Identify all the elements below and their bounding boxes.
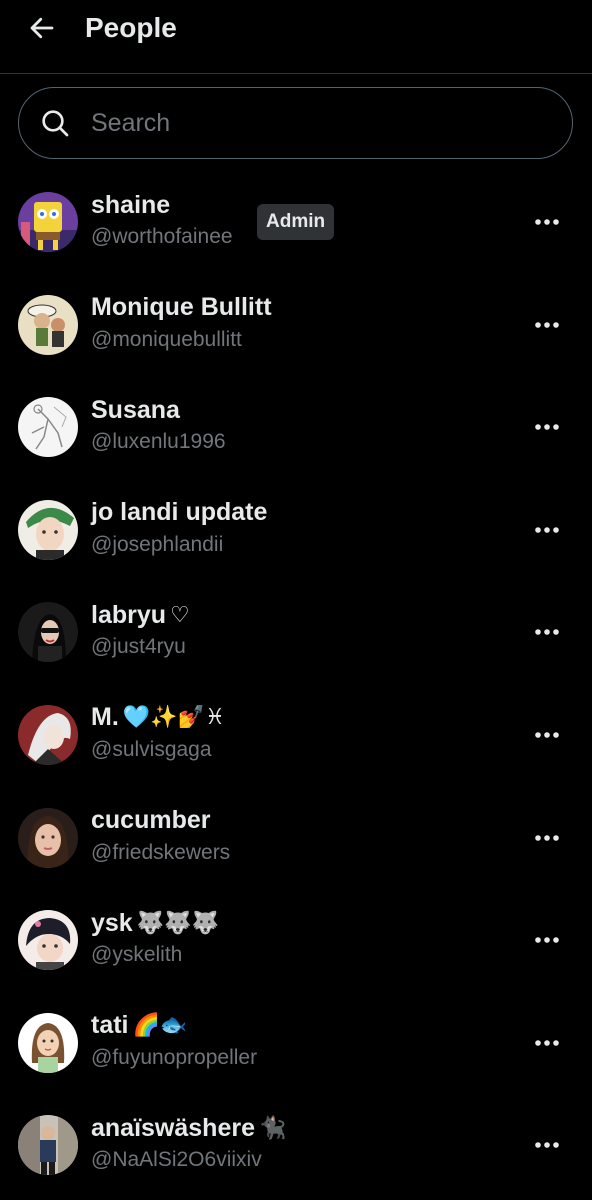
more-options-button[interactable] xyxy=(527,614,567,650)
more-horizontal-icon xyxy=(535,526,559,533)
display-name-emoji: 🐈‍⬛ xyxy=(259,1115,287,1141)
more-options-button[interactable] xyxy=(527,409,567,445)
person-row[interactable]: Monique Bullitt @moniquebullitt xyxy=(0,273,592,376)
more-horizontal-icon xyxy=(535,1142,559,1149)
person-row[interactable]: M. 🩵✨💅♓ @sulvisgaga xyxy=(0,683,592,786)
more-horizontal-icon xyxy=(535,424,559,430)
user-handle: @fuyunopropeller xyxy=(91,1045,258,1069)
arrow-left-icon xyxy=(30,17,54,39)
user-handle: @worthofainee xyxy=(91,225,233,248)
display-name: Susana xyxy=(91,395,180,424)
more-horizontal-icon xyxy=(535,1039,559,1046)
display-name-emoji: 🌈🐟 xyxy=(132,1013,188,1039)
more-horizontal-icon xyxy=(535,732,559,738)
avatar xyxy=(18,294,78,355)
display-name: ysk xyxy=(91,908,133,937)
display-name-emoji: 🩵✨💅♓ xyxy=(122,705,225,731)
user-handle: @luxenlu1996 xyxy=(91,430,226,454)
display-name-emoji: 🐺🐺🐺 xyxy=(136,910,219,936)
avatar xyxy=(18,397,78,458)
user-handle: @just4ryu xyxy=(91,635,186,659)
avatar xyxy=(18,1012,78,1073)
avatar xyxy=(18,1115,78,1176)
more-options-button[interactable] xyxy=(527,307,567,343)
person-row[interactable]: cucumber @friedskewers xyxy=(0,786,592,889)
more-horizontal-icon xyxy=(535,629,559,636)
avatar xyxy=(18,910,78,971)
display-name: shaine xyxy=(91,190,171,219)
person-row[interactable]: jo landi update @josephlandii xyxy=(0,478,592,581)
display-name: anaïswäshere xyxy=(91,1113,255,1142)
more-options-button[interactable] xyxy=(527,820,567,856)
avatar xyxy=(18,602,78,663)
more-options-button[interactable] xyxy=(527,512,567,548)
person-row[interactable]: ysk 🐺🐺🐺 @yskelith xyxy=(0,888,592,991)
display-name: cucumber xyxy=(91,806,211,835)
more-horizontal-icon xyxy=(535,937,559,943)
user-handle: @yskelith xyxy=(91,943,183,967)
more-options-button[interactable] xyxy=(527,204,567,240)
search-input[interactable] xyxy=(89,107,533,139)
display-name: labryu xyxy=(91,600,167,629)
display-name: M. xyxy=(91,703,119,732)
user-handle: @josephlandii xyxy=(91,532,224,556)
person-row[interactable]: shaine @worthofainee Admin xyxy=(0,170,592,273)
user-handle: @friedskewers xyxy=(91,840,231,864)
avatar xyxy=(18,192,78,252)
avatar xyxy=(18,807,78,868)
person-row[interactable]: tati 🌈🐟 @fuyunopropeller xyxy=(0,991,592,1094)
header-bar: People xyxy=(0,0,592,74)
more-horizontal-icon xyxy=(535,834,559,841)
person-row[interactable]: anaïswäshere 🐈‍⬛ @NaAlSi2O6viixiv xyxy=(0,1093,592,1196)
back-button[interactable] xyxy=(22,8,62,48)
people-list: shaine @worthofainee Admin Monique Bulli… xyxy=(0,170,592,1196)
display-name: Monique Bullitt xyxy=(91,293,272,322)
more-options-button[interactable] xyxy=(527,922,567,958)
display-name-emoji: ♡ xyxy=(170,602,190,628)
user-handle: @NaAlSi2O6viixiv xyxy=(91,1148,262,1172)
user-handle: @sulvisgaga xyxy=(91,737,212,761)
display-name: jo landi update xyxy=(91,498,268,527)
person-row[interactable]: labryu ♡ @just4ryu xyxy=(0,580,592,683)
more-horizontal-icon xyxy=(535,321,559,328)
more-options-button[interactable] xyxy=(527,1127,567,1163)
search-icon xyxy=(39,107,71,139)
avatar xyxy=(18,704,78,765)
person-row[interactable]: Susana @luxenlu1996 xyxy=(0,375,592,478)
more-options-button[interactable] xyxy=(527,1025,567,1061)
more-horizontal-icon xyxy=(535,219,559,225)
page-title: People xyxy=(85,12,177,43)
user-handle: @moniquebullitt xyxy=(91,327,242,351)
search-bar[interactable] xyxy=(18,87,573,159)
more-options-button[interactable] xyxy=(527,717,567,753)
admin-badge: Admin xyxy=(257,204,335,240)
avatar xyxy=(18,499,78,560)
display-name: tati xyxy=(91,1011,129,1040)
